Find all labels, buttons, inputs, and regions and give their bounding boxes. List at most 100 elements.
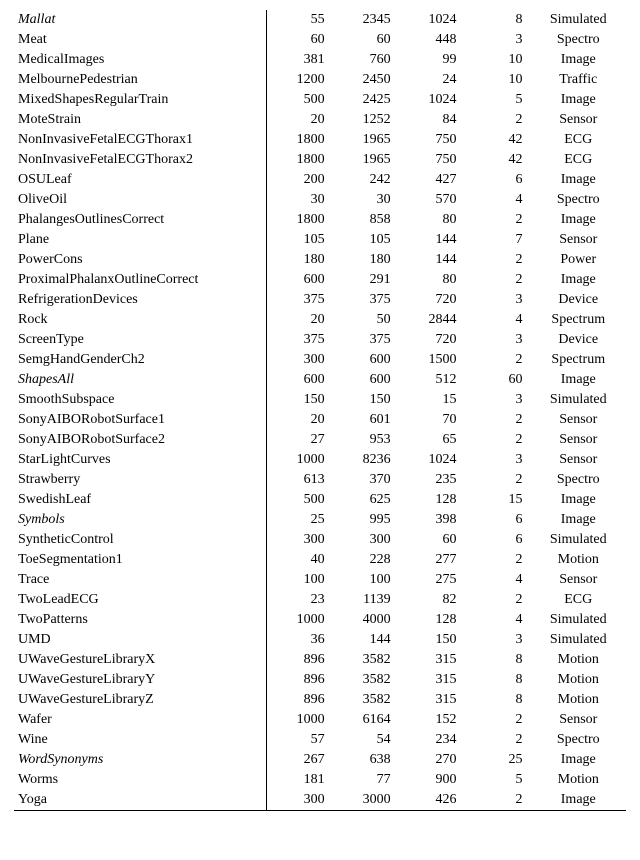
col-4-value: 5 — [465, 90, 531, 110]
col-2-value: 242 — [333, 170, 399, 190]
category-value: Sensor — [531, 450, 626, 470]
col-2-value: 370 — [333, 470, 399, 490]
col-1-value: 500 — [266, 490, 332, 510]
dataset-name: SyntheticControl — [14, 530, 266, 550]
col-2-value: 30 — [333, 190, 399, 210]
col-4-value: 42 — [465, 150, 531, 170]
table-row: Plane1051051447Sensor — [14, 230, 626, 250]
table-row: NonInvasiveFetalECGThorax21800196575042E… — [14, 150, 626, 170]
col-2-value: 3582 — [333, 650, 399, 670]
col-3-value: 398 — [399, 510, 465, 530]
col-2-value: 600 — [333, 350, 399, 370]
dataset-name: Wine — [14, 730, 266, 750]
col-2-value: 375 — [333, 290, 399, 310]
col-1-value: 600 — [266, 270, 332, 290]
col-3-value: 82 — [399, 590, 465, 610]
dataset-name: Wafer — [14, 710, 266, 730]
col-2-value: 2425 — [333, 90, 399, 110]
col-2-value: 180 — [333, 250, 399, 270]
col-4-value: 2 — [465, 470, 531, 490]
dataset-name: PhalangesOutlinesCorrect — [14, 210, 266, 230]
col-4-value: 2 — [465, 350, 531, 370]
category-value: Sensor — [531, 230, 626, 250]
col-3-value: 60 — [399, 530, 465, 550]
dataset-name: ScreenType — [14, 330, 266, 350]
category-value: Spectrum — [531, 350, 626, 370]
col-4-value: 8 — [465, 670, 531, 690]
col-2-value: 953 — [333, 430, 399, 450]
dataset-name: TwoLeadECG — [14, 590, 266, 610]
col-3-value: 150 — [399, 630, 465, 650]
category-value: Device — [531, 290, 626, 310]
col-3-value: 70 — [399, 410, 465, 430]
table-row: UMD361441503Simulated — [14, 630, 626, 650]
category-value: Motion — [531, 770, 626, 790]
col-3-value: 128 — [399, 490, 465, 510]
col-1-value: 30 — [266, 190, 332, 210]
col-1-value: 300 — [266, 350, 332, 370]
table-row: TwoLeadECG231139822ECG — [14, 590, 626, 610]
dataset-name: Trace — [14, 570, 266, 590]
col-4-value: 4 — [465, 570, 531, 590]
col-1-value: 27 — [266, 430, 332, 450]
category-value: Power — [531, 250, 626, 270]
col-3-value: 750 — [399, 130, 465, 150]
col-2-value: 4000 — [333, 610, 399, 630]
col-2-value: 2450 — [333, 70, 399, 90]
category-value: Image — [531, 210, 626, 230]
category-value: Spectro — [531, 470, 626, 490]
category-value: Simulated — [531, 390, 626, 410]
col-1-value: 36 — [266, 630, 332, 650]
category-value: Sensor — [531, 410, 626, 430]
dataset-name: MixedShapesRegularTrain — [14, 90, 266, 110]
table-row: SwedishLeaf50062512815Image — [14, 490, 626, 510]
col-4-value: 7 — [465, 230, 531, 250]
dataset-name: TwoPatterns — [14, 610, 266, 630]
col-1-value: 600 — [266, 370, 332, 390]
col-2-value: 150 — [333, 390, 399, 410]
col-4-value: 3 — [465, 290, 531, 310]
col-2-value: 760 — [333, 50, 399, 70]
col-1-value: 25 — [266, 510, 332, 530]
col-4-value: 2 — [465, 790, 531, 811]
col-2-value: 1965 — [333, 130, 399, 150]
table-row: SonyAIBORobotSurface120601702Sensor — [14, 410, 626, 430]
col-3-value: 152 — [399, 710, 465, 730]
col-3-value: 315 — [399, 670, 465, 690]
table-row: MedicalImages3817609910Image — [14, 50, 626, 70]
col-1-value: 300 — [266, 790, 332, 811]
col-3-value: 570 — [399, 190, 465, 210]
col-4-value: 2 — [465, 210, 531, 230]
table-row: OliveOil30305704Spectro — [14, 190, 626, 210]
col-4-value: 42 — [465, 130, 531, 150]
col-3-value: 99 — [399, 50, 465, 70]
dataset-name: Worms — [14, 770, 266, 790]
table-row: Rock205028444Spectrum — [14, 310, 626, 330]
category-value: Traffic — [531, 70, 626, 90]
col-4-value: 2 — [465, 730, 531, 750]
col-1-value: 100 — [266, 570, 332, 590]
col-4-value: 8 — [465, 10, 531, 30]
col-3-value: 750 — [399, 150, 465, 170]
category-value: Sensor — [531, 570, 626, 590]
table-row: Symbols259953986Image — [14, 510, 626, 530]
col-4-value: 2 — [465, 270, 531, 290]
table-row: NonInvasiveFetalECGThorax11800196575042E… — [14, 130, 626, 150]
dataset-name: Plane — [14, 230, 266, 250]
col-3-value: 128 — [399, 610, 465, 630]
col-1-value: 55 — [266, 10, 332, 30]
col-1-value: 375 — [266, 330, 332, 350]
col-1-value: 1800 — [266, 150, 332, 170]
dataset-name: Mallat — [14, 10, 266, 30]
col-1-value: 267 — [266, 750, 332, 770]
category-value: Spectrum — [531, 310, 626, 330]
col-2-value: 300 — [333, 530, 399, 550]
table-row: Wine57542342Spectro — [14, 730, 626, 750]
table-row: Trace1001002754Sensor — [14, 570, 626, 590]
table-row: SyntheticControl300300606Simulated — [14, 530, 626, 550]
col-3-value: 235 — [399, 470, 465, 490]
col-3-value: 426 — [399, 790, 465, 811]
dataset-name: RefrigerationDevices — [14, 290, 266, 310]
col-1-value: 200 — [266, 170, 332, 190]
col-2-value: 2345 — [333, 10, 399, 30]
